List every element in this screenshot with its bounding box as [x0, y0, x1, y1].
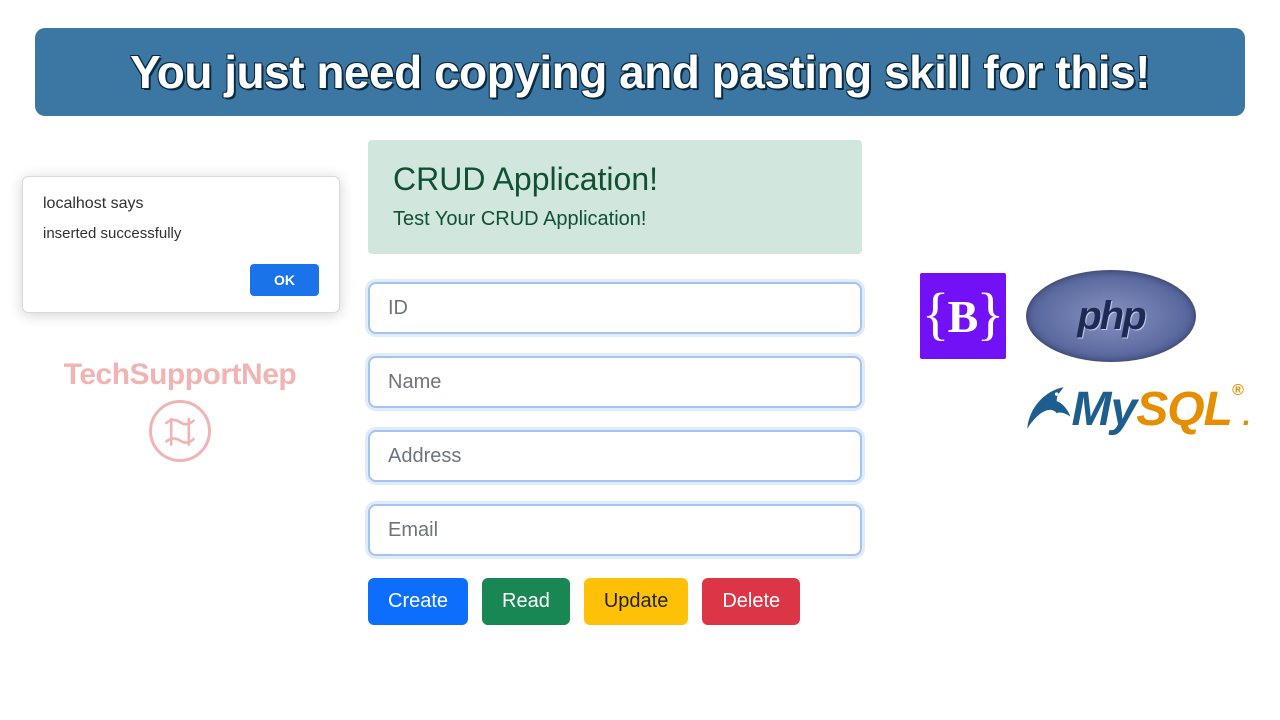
- crud-title: CRUD Application!: [393, 161, 837, 198]
- js-alert-dialog: localhost says inserted successfully OK: [22, 176, 340, 313]
- mysql-dot: .: [1243, 399, 1250, 432]
- brand-seal-icon: [149, 400, 211, 462]
- brand-name: TechSupportNep: [30, 358, 330, 392]
- crud-button-row: Create Read Update Delete: [368, 578, 862, 625]
- name-field[interactable]: [368, 356, 862, 408]
- alert-message: inserted successfully: [43, 225, 319, 242]
- tech-badges: B php MySQL®.: [920, 270, 1250, 437]
- address-field[interactable]: [368, 430, 862, 482]
- php-label: php: [1077, 294, 1144, 339]
- mysql-my: My: [1072, 383, 1137, 436]
- mysql-icon: MySQL®.: [920, 382, 1250, 437]
- alert-origin: localhost says: [43, 195, 319, 213]
- php-icon: php: [1026, 270, 1196, 362]
- crud-subtitle: Test Your CRUD Application!: [393, 208, 837, 231]
- brand-block: TechSupportNep: [30, 358, 330, 462]
- id-field[interactable]: [368, 282, 862, 334]
- crud-panel: CRUD Application! Test Your CRUD Applica…: [368, 140, 862, 625]
- mysql-registered: ®: [1232, 382, 1243, 399]
- mysql-sql: SQL: [1136, 383, 1232, 436]
- alert-ok-button[interactable]: OK: [250, 264, 319, 296]
- delete-button[interactable]: Delete: [702, 578, 800, 625]
- mysql-dolphin-icon: [1022, 382, 1074, 434]
- crud-alert-success: CRUD Application! Test Your CRUD Applica…: [368, 140, 862, 254]
- bootstrap-glyph: B: [948, 290, 979, 343]
- update-button[interactable]: Update: [584, 578, 689, 625]
- read-button[interactable]: Read: [482, 578, 570, 625]
- email-field[interactable]: [368, 504, 862, 556]
- mysql-wordmark: MySQL®.: [1072, 382, 1251, 437]
- headline-text: You just need copying and pasting skill …: [130, 45, 1150, 99]
- headline-banner: You just need copying and pasting skill …: [35, 28, 1245, 116]
- create-button[interactable]: Create: [368, 578, 468, 625]
- bootstrap-icon: B: [920, 273, 1006, 359]
